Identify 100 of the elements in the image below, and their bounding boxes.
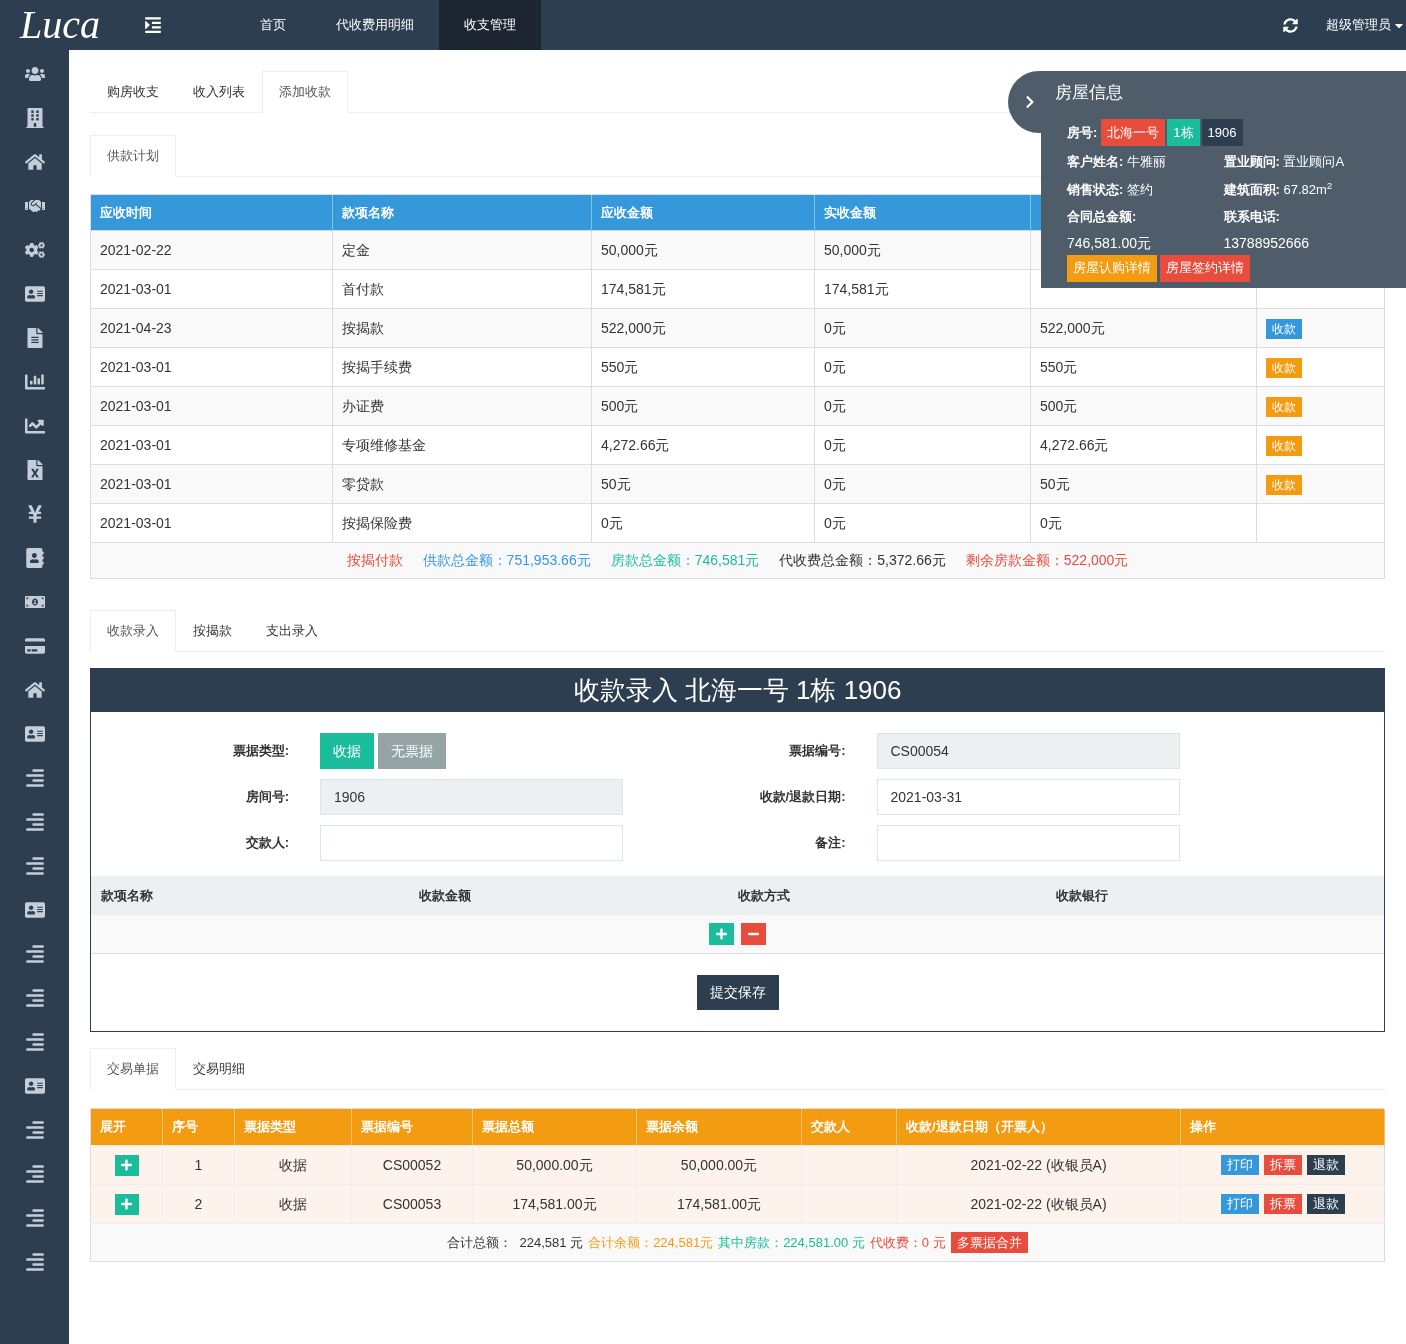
id-card-icon[interactable] [24,284,45,304]
chevron-right-icon[interactable] [1025,95,1035,109]
table-cell: 2021-03-01 [100,358,172,375]
action-button[interactable]: 退款 [1306,1194,1345,1214]
table-cell: 4,272.66元 [601,436,670,453]
table-cell: 174,581元 [601,280,666,297]
table-cell: 50元 [601,475,631,492]
summary-text: 剩余房款金额：522,000元 [965,551,1129,570]
field-label: 票据编号: [788,742,847,761]
refresh-icon[interactable] [1283,17,1298,33]
summary-text: 供款总金额：751,953.66元 [422,551,591,570]
table-cell: 2 [194,1195,203,1212]
menu-icon[interactable] [143,16,163,34]
id-card-icon[interactable] [24,900,45,920]
info-text: 销售状态: 签约 [1067,180,1154,199]
field-label: 交款人: [244,834,290,853]
table-cell: 收据 [279,1195,307,1212]
id-card-icon[interactable] [24,1076,45,1096]
gears-icon[interactable] [24,240,45,260]
table-cell: 收据 [279,1156,307,1173]
table-cell: 0元 [601,514,623,531]
nav-item[interactable]: 首页 [235,0,311,50]
table-cell: 4,272.66元 [1040,436,1109,453]
table-cell: 522,000元 [601,319,666,336]
bar-chart-icon[interactable] [24,372,45,392]
action-button[interactable]: 拆票 [1263,1155,1302,1175]
table-cell: 2021-03-01 [100,280,172,297]
list-icon[interactable] [24,1032,45,1052]
table-cell: 0元 [824,319,846,336]
home-icon[interactable] [24,680,45,700]
table-cell: 174,581元 [824,280,889,297]
list-icon[interactable] [24,812,45,832]
tab[interactable]: 收款录入 [90,610,176,652]
table-cell: 2021-04-23 [100,319,172,336]
input-field[interactable] [876,825,1180,861]
list-icon[interactable] [24,768,45,788]
table-cell: CS00052 [382,1156,442,1173]
table-cell: 2021-02-22 (收银员A) [970,1156,1107,1173]
field-label: 备注: [814,834,847,853]
list-icon[interactable] [24,1120,45,1140]
input-field[interactable] [320,825,623,861]
tab[interactable]: 添加收款 [262,71,348,113]
remove-row-icon[interactable] [741,923,766,945]
info-text: 建筑面积: 67.82m$^{2}$ [1223,179,1334,199]
table-cell: 50,000.00元 [516,1156,593,1173]
card-icon[interactable] [24,636,45,656]
action-button[interactable]: 拆票 [1263,1194,1302,1214]
form-title: 收款录入 北海一号 1栋 1906 [91,669,1384,712]
list-icon[interactable] [24,1164,45,1184]
table-cell: 0元 [824,514,846,531]
summary-text: 合计总额： 224,581 元 [447,1233,584,1252]
summary-text: 代收费总金额：5,372.66元 [779,551,946,570]
list-icon[interactable] [24,1208,45,1228]
input-field[interactable]: 2021-03-31 [876,779,1180,815]
table-cell: 2021-02-22 (收银员A) [970,1195,1107,1212]
field-label: 联系电话: [1223,208,1281,226]
nav-item[interactable]: 代收费用明细 [311,0,439,50]
users-icon[interactable] [24,64,45,84]
detail-button[interactable]: 房屋签约详情 [1160,254,1250,282]
tab[interactable]: 供款计划 [90,135,176,177]
table-cell: 500元 [1040,397,1078,414]
id-card-icon[interactable] [24,724,45,744]
field-label: 收款/退款日期: [758,788,847,807]
nav-item[interactable]: 收支管理 [439,0,541,50]
merge-button[interactable]: 多票据合并 [950,1232,1028,1253]
table-cell: 0元 [824,397,846,414]
table-cell: 首付款 [342,280,384,297]
summary-text: 房款总金额：746,581元 [610,551,760,570]
table-cell: 按揭手续费 [342,358,412,375]
list-icon[interactable] [24,988,45,1008]
column-header: 收款银行 [1055,886,1109,905]
tab[interactable]: 交易明细 [176,1048,262,1090]
summary-text: 合计余额：224,581元 [588,1233,714,1252]
summary-text: 代收费：0 元 [869,1233,946,1252]
table-cell: 2021-03-01 [100,475,172,492]
list-icon[interactable] [24,1252,45,1272]
tab[interactable]: 按揭款 [176,610,249,652]
action-button[interactable]: 退款 [1306,1155,1345,1175]
contacts-icon[interactable] [24,548,45,568]
table-cell: 522,000元 [1040,319,1105,336]
submit-button[interactable]: 提交保存 [696,975,779,1010]
tab[interactable]: 收入列表 [176,71,262,113]
table-cell: 50,000元 [601,241,658,258]
table-cell: 按揭款 [342,319,384,336]
user-menu[interactable]: 超级管理员 [1326,0,1406,50]
list-icon[interactable] [24,856,45,876]
tab[interactable]: 支出录入 [249,610,335,652]
building-icon[interactable] [24,108,45,128]
list-icon[interactable] [24,944,45,964]
table-cell: 办证费 [342,397,384,414]
table-cell: 1 [194,1156,203,1173]
line-chart-icon[interactable] [24,416,45,436]
phone-number: 13788952666 [1223,233,1311,253]
table-cell: 550元 [601,358,639,375]
tab[interactable]: 交易单据 [90,1048,176,1090]
home-icon[interactable] [24,152,45,172]
tab[interactable]: 购房收支 [90,71,176,113]
field-label: 房间号: [244,788,290,807]
table-cell: 0元 [824,358,846,375]
table-cell: 174,581.00元 [676,1195,762,1212]
